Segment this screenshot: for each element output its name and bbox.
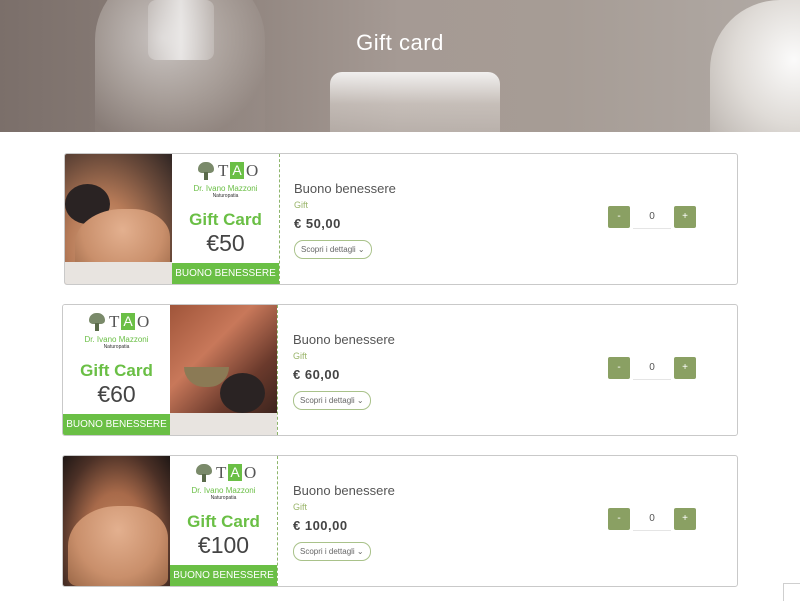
gift-card-title: Gift Card bbox=[80, 361, 153, 380]
tree-icon bbox=[89, 313, 105, 331]
gift-card-graphic: T A O Dr. Ivano Mazzoni Naturopatia Gift… bbox=[170, 456, 277, 586]
logo-doctor-name: Dr. Ivano Mazzoni bbox=[191, 486, 256, 495]
gift-card-graphic: T A O Dr. Ivano Mazzoni Naturopatia Gift… bbox=[63, 305, 170, 435]
logo-letter-t: T bbox=[218, 161, 229, 180]
product-photo-massage bbox=[63, 456, 170, 586]
gift-card-band: BUONO BENESSERE bbox=[170, 565, 277, 586]
product-price: € 100,00 bbox=[293, 518, 348, 533]
product-card: T A O Dr. Ivano Mazzoni Naturopatia Gift… bbox=[64, 153, 738, 285]
card-divider bbox=[277, 305, 278, 435]
logo-letter-o: O bbox=[244, 463, 257, 482]
logo-doctor-name: Dr. Ivano Mazzoni bbox=[84, 335, 149, 344]
hero-banner: Gift card bbox=[0, 0, 800, 132]
product-name[interactable]: Buono benessere bbox=[293, 332, 395, 347]
logo-letter-o: O bbox=[246, 161, 259, 180]
photo-sheet bbox=[65, 262, 172, 284]
details-button[interactable]: Scopri i dettagli ⌄ bbox=[293, 391, 371, 410]
product-card: T A O Dr. Ivano Mazzoni Naturopatia Gift… bbox=[62, 455, 738, 587]
product-price: € 60,00 bbox=[293, 367, 340, 382]
card-divider bbox=[279, 154, 280, 284]
gift-card-amount: €100 bbox=[197, 532, 250, 558]
logo-subtitle: Naturopatia bbox=[210, 495, 237, 501]
quantity-minus-button[interactable]: - bbox=[608, 508, 630, 530]
product-name[interactable]: Buono benessere bbox=[294, 181, 396, 196]
product-price: € 50,00 bbox=[294, 216, 341, 231]
product-category: Gift bbox=[293, 502, 308, 512]
page-corner-edge bbox=[783, 583, 800, 601]
tree-icon bbox=[196, 464, 212, 482]
logo-letter-a: A bbox=[230, 162, 244, 179]
gift-card-amount: €60 bbox=[97, 381, 136, 407]
logo-subtitle: Naturopatia bbox=[103, 344, 130, 350]
product-category: Gift bbox=[294, 200, 309, 210]
gift-card-title: Gift Card bbox=[187, 512, 260, 531]
details-button[interactable]: Scopri i dettagli ⌄ bbox=[294, 240, 372, 259]
gift-card-title: Gift Card bbox=[189, 210, 262, 229]
quantity-input[interactable]: 0 bbox=[633, 357, 671, 380]
details-button[interactable]: Scopri i dettagli ⌄ bbox=[293, 542, 371, 561]
quantity-plus-button[interactable]: + bbox=[674, 508, 696, 530]
quantity-input[interactable]: 0 bbox=[633, 508, 671, 531]
quantity-input[interactable]: 0 bbox=[633, 206, 671, 229]
logo-letter-a: A bbox=[228, 464, 242, 481]
gift-card-amount: €50 bbox=[206, 230, 245, 256]
photo-back bbox=[68, 506, 168, 586]
logo-letter-t: T bbox=[109, 312, 120, 331]
photo-hair bbox=[220, 373, 265, 413]
logo-letter-o: O bbox=[137, 312, 150, 331]
tree-icon bbox=[198, 162, 214, 180]
quantity-minus-button[interactable]: - bbox=[608, 357, 630, 379]
page-title: Gift card bbox=[356, 30, 444, 55]
hero-jar-lid-image bbox=[330, 72, 500, 132]
tao-logo: T A O bbox=[172, 160, 279, 182]
tao-logo: T A O bbox=[63, 311, 170, 333]
gift-card-band: BUONO BENESSERE bbox=[172, 263, 279, 284]
product-card: T A O Dr. Ivano Mazzoni Naturopatia Gift… bbox=[62, 304, 738, 436]
gift-card-graphic: T A O Dr. Ivano Mazzoni Naturopatia Gift… bbox=[172, 154, 279, 284]
logo-letter-a: A bbox=[121, 313, 135, 330]
photo-sheet bbox=[170, 413, 277, 435]
logo-subtitle: Naturopatia bbox=[212, 193, 239, 199]
tao-logo: T A O bbox=[170, 462, 277, 484]
product-photo-singing-bowl bbox=[170, 305, 277, 435]
product-name[interactable]: Buono benessere bbox=[293, 483, 395, 498]
quantity-plus-button[interactable]: + bbox=[674, 206, 696, 228]
quantity-minus-button[interactable]: - bbox=[608, 206, 630, 228]
logo-letter-t: T bbox=[216, 463, 227, 482]
quantity-plus-button[interactable]: + bbox=[674, 357, 696, 379]
hero-towel-image bbox=[710, 0, 800, 132]
gift-card-band: BUONO BENESSERE bbox=[63, 414, 170, 435]
logo-doctor-name: Dr. Ivano Mazzoni bbox=[193, 184, 258, 193]
product-category: Gift bbox=[293, 351, 308, 361]
card-divider bbox=[277, 456, 278, 586]
product-photo-massage bbox=[65, 154, 172, 284]
